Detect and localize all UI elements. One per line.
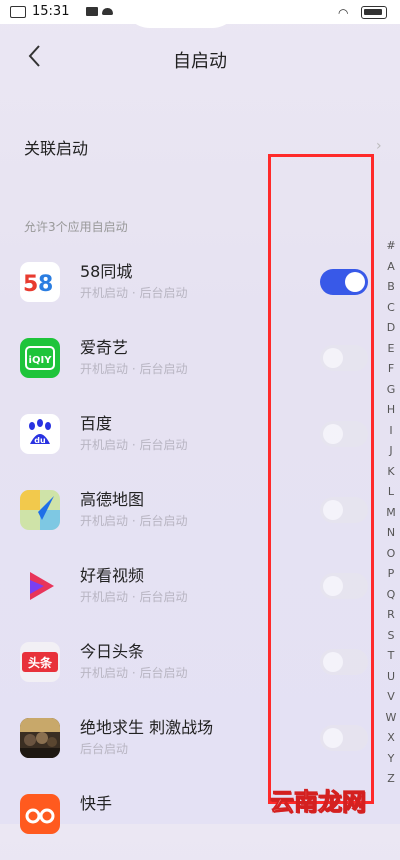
app-iqiyi-icon: iQIY bbox=[20, 338, 60, 378]
alphabet-letter[interactable]: O bbox=[387, 544, 396, 565]
app-name: 绝地求生 刺激战场 bbox=[80, 718, 214, 737]
app-startup-types: 开机启动 · 后台启动 bbox=[80, 514, 188, 528]
alphabet-letter[interactable]: A bbox=[387, 257, 395, 278]
svg-text:iQIY: iQIY bbox=[29, 355, 53, 366]
alphabet-letter[interactable]: D bbox=[387, 318, 395, 339]
app-name: 今日头条 bbox=[80, 642, 145, 661]
alphabet-letter[interactable]: J bbox=[389, 441, 392, 462]
app-name: 爱奇艺 bbox=[80, 338, 129, 357]
alphabet-index[interactable]: # A B C D E F G H I J K L M N O P Q R S T U V W X Y Z bbox=[382, 236, 400, 790]
cloud-icon bbox=[102, 8, 113, 15]
app-name: 58同城 bbox=[80, 262, 133, 281]
app-startup-types: 开机启动 · 后台启动 bbox=[80, 438, 188, 452]
alphabet-letter[interactable]: I bbox=[389, 421, 392, 442]
alphabet-letter[interactable]: Q bbox=[387, 585, 396, 606]
app-pubg-icon bbox=[20, 718, 60, 758]
alphabet-letter[interactable]: S bbox=[388, 626, 395, 647]
header: 自启动 bbox=[0, 30, 400, 86]
app-baidu-icon: du bbox=[20, 414, 60, 454]
app-name: 高德地图 bbox=[80, 490, 145, 509]
alphabet-letter[interactable]: R bbox=[387, 605, 395, 626]
svg-text:5: 5 bbox=[23, 272, 38, 297]
app-toutiao-icon: 头条 bbox=[20, 642, 60, 682]
app-startup-types: 开机启动 · 后台启动 bbox=[80, 666, 188, 680]
screenshot-icon bbox=[10, 6, 26, 18]
alphabet-letter[interactable]: P bbox=[388, 564, 395, 585]
alphabet-letter[interactable]: T bbox=[388, 646, 395, 667]
alphabet-letter[interactable]: L bbox=[388, 482, 394, 503]
alphabet-letter[interactable]: Z bbox=[387, 769, 395, 790]
svg-text:头条: 头条 bbox=[28, 655, 53, 670]
alphabet-letter[interactable]: K bbox=[387, 462, 394, 483]
alphabet-letter[interactable]: M bbox=[386, 503, 396, 524]
app-startup-types: 后台启动 bbox=[80, 742, 129, 756]
alphabet-letter[interactable]: G bbox=[387, 380, 396, 401]
status-time: 15:31 bbox=[32, 4, 70, 19]
app-startup-types: 开机启动 · 后台启动 bbox=[80, 362, 188, 376]
app-name: 百度 bbox=[80, 414, 113, 433]
alphabet-letter[interactable]: # bbox=[386, 236, 395, 257]
battery-icon bbox=[361, 6, 387, 19]
wifi-icon: ◠ bbox=[338, 6, 349, 20]
related-startup-label: 关联启动 bbox=[24, 139, 89, 158]
alphabet-letter[interactable]: X bbox=[387, 728, 395, 749]
watermark: 云南龙网 bbox=[270, 788, 367, 817]
alphabet-letter[interactable]: W bbox=[386, 708, 397, 729]
app-58-icon: 5 8 bbox=[20, 262, 60, 302]
alphabet-letter[interactable]: U bbox=[387, 667, 395, 688]
alphabet-letter[interactable]: E bbox=[388, 339, 395, 360]
highlight-box bbox=[268, 154, 374, 804]
section-header: 允许3个应用自启动 bbox=[24, 220, 128, 234]
camera-notch bbox=[122, 0, 240, 28]
svg-text:8: 8 bbox=[38, 272, 53, 297]
svg-text:du: du bbox=[34, 436, 46, 445]
alphabet-letter[interactable]: B bbox=[387, 277, 395, 298]
alphabet-letter[interactable]: F bbox=[388, 359, 394, 380]
app-name: 好看视频 bbox=[80, 566, 145, 585]
alphabet-letter[interactable]: H bbox=[387, 400, 395, 421]
alphabet-letter[interactable]: V bbox=[387, 687, 395, 708]
app-amap-icon bbox=[20, 490, 60, 530]
app-startup-types: 开机启动 · 后台启动 bbox=[80, 590, 188, 604]
app-haokan-icon bbox=[20, 566, 60, 606]
chevron-right-icon: › bbox=[376, 138, 382, 154]
app-name: 快手 bbox=[80, 794, 113, 813]
alphabet-letter[interactable]: N bbox=[387, 523, 395, 544]
mail-icon bbox=[86, 7, 98, 16]
alphabet-letter[interactable]: Y bbox=[388, 749, 395, 770]
page-title: 自启动 bbox=[173, 51, 227, 72]
alphabet-letter[interactable]: C bbox=[387, 298, 395, 319]
app-kuaishou-icon bbox=[20, 794, 60, 834]
app-startup-types: 开机启动 · 后台启动 bbox=[80, 286, 188, 300]
